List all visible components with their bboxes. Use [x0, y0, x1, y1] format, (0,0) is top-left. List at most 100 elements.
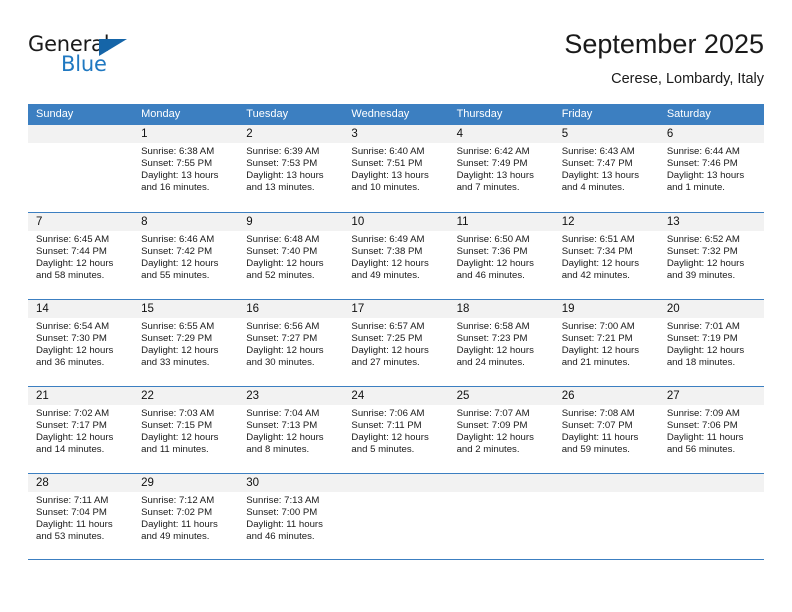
- day-cell[interactable]: 8 Sunrise: 6:46 AM Sunset: 7:42 PM Dayli…: [133, 213, 239, 299]
- sunset-text: Sunset: 7:42 PM: [141, 245, 213, 257]
- daylight-text-line1: Daylight: 12 hours: [36, 257, 114, 269]
- day-details: [659, 492, 764, 495]
- day-cell[interactable]: 15 Sunrise: 6:55 AM Sunset: 7:29 PM Dayl…: [133, 300, 239, 386]
- day-details: Sunrise: 7:01 AM Sunset: 7:19 PM Dayligh…: [659, 318, 764, 369]
- daylight-text-line2: and 13 minutes.: [246, 181, 315, 193]
- sunrise-text: Sunrise: 6:52 AM: [666, 234, 740, 245]
- day-number: [658, 474, 764, 492]
- day-cell[interactable]: [553, 474, 659, 559]
- general-blue-logo[interactable]: General Blue: [28, 32, 148, 86]
- day-number: 15: [133, 300, 239, 318]
- daylight-text-line1: Daylight: 13 hours: [246, 169, 324, 181]
- day-number: [553, 474, 659, 492]
- week-row: 21 Sunrise: 7:02 AM Sunset: 7:17 PM Dayl…: [28, 386, 764, 473]
- day-cell[interactable]: 1 Sunrise: 6:38 AM Sunset: 7:55 PM Dayli…: [133, 125, 239, 212]
- day-cell[interactable]: 19 Sunrise: 7:00 AM Sunset: 7:21 PM Dayl…: [553, 300, 659, 386]
- sunset-text: Sunset: 7:32 PM: [666, 245, 738, 257]
- day-details: Sunrise: 6:45 AM Sunset: 7:44 PM Dayligh…: [28, 231, 133, 282]
- day-details: [554, 492, 659, 495]
- day-cell[interactable]: 9 Sunrise: 6:48 AM Sunset: 7:40 PM Dayli…: [238, 213, 344, 299]
- day-cell[interactable]: [343, 474, 449, 559]
- daylight-text-line2: and 49 minutes.: [351, 269, 420, 281]
- day-cell[interactable]: 17 Sunrise: 6:57 AM Sunset: 7:25 PM Dayl…: [343, 300, 449, 386]
- day-cell[interactable]: 21 Sunrise: 7:02 AM Sunset: 7:17 PM Dayl…: [28, 387, 134, 473]
- day-cell[interactable]: [658, 474, 764, 559]
- sunset-text: Sunset: 7:25 PM: [351, 332, 423, 344]
- day-cell[interactable]: 12 Sunrise: 6:51 AM Sunset: 7:34 PM Dayl…: [553, 213, 659, 299]
- day-number: [28, 125, 134, 143]
- sunset-text: Sunset: 7:17 PM: [36, 419, 107, 431]
- sunrise-text: Sunrise: 6:58 AM: [456, 321, 530, 332]
- sunset-text: Sunset: 7:19 PM: [666, 332, 738, 344]
- sunset-text: Sunset: 7:15 PM: [141, 419, 213, 431]
- sunset-text: Sunset: 7:38 PM: [351, 245, 423, 257]
- day-cell[interactable]: 5 Sunrise: 6:43 AM Sunset: 7:47 PM Dayli…: [553, 125, 659, 212]
- daylight-text-line2: and 55 minutes.: [141, 269, 210, 281]
- day-number: 4: [448, 125, 554, 143]
- day-cell[interactable]: 29 Sunrise: 7:12 AM Sunset: 7:02 PM Dayl…: [133, 474, 239, 559]
- day-cell[interactable]: 20 Sunrise: 7:01 AM Sunset: 7:19 PM Dayl…: [658, 300, 764, 386]
- day-cell[interactable]: 10 Sunrise: 6:49 AM Sunset: 7:38 PM Dayl…: [343, 213, 449, 299]
- day-cell[interactable]: 23 Sunrise: 7:04 AM Sunset: 7:13 PM Dayl…: [238, 387, 344, 473]
- day-cell[interactable]: [28, 125, 134, 212]
- sunrise-text: Sunrise: 7:12 AM: [141, 495, 215, 506]
- week-row: 28 Sunrise: 7:11 AM Sunset: 7:04 PM Dayl…: [28, 473, 764, 560]
- day-cell[interactable]: 11 Sunrise: 6:50 AM Sunset: 7:36 PM Dayl…: [448, 213, 554, 299]
- sunrise-text: Sunrise: 7:11 AM: [36, 495, 109, 506]
- day-cell[interactable]: 16 Sunrise: 6:56 AM Sunset: 7:27 PM Dayl…: [238, 300, 344, 386]
- day-details: Sunrise: 6:57 AM Sunset: 7:25 PM Dayligh…: [343, 318, 448, 369]
- day-cell[interactable]: 27 Sunrise: 7:09 AM Sunset: 7:06 PM Dayl…: [658, 387, 764, 473]
- sunrise-text: Sunrise: 6:42 AM: [456, 146, 530, 157]
- day-cell[interactable]: [448, 474, 554, 559]
- daylight-text-line2: and 30 minutes.: [246, 356, 315, 368]
- sunrise-text: Sunrise: 6:44 AM: [666, 146, 740, 157]
- day-cell[interactable]: 26 Sunrise: 7:08 AM Sunset: 7:07 PM Dayl…: [553, 387, 659, 473]
- day-number: 17: [343, 300, 449, 318]
- sunrise-text: Sunrise: 6:49 AM: [351, 234, 425, 245]
- day-details: Sunrise: 7:02 AM Sunset: 7:17 PM Dayligh…: [28, 405, 133, 456]
- day-cell[interactable]: 24 Sunrise: 7:06 AM Sunset: 7:11 PM Dayl…: [343, 387, 449, 473]
- day-cell[interactable]: 7 Sunrise: 6:45 AM Sunset: 7:44 PM Dayli…: [28, 213, 134, 299]
- daylight-text-line2: and 24 minutes.: [456, 356, 525, 368]
- day-number: 18: [448, 300, 554, 318]
- daylight-text-line2: and 58 minutes.: [36, 269, 105, 281]
- sunset-text: Sunset: 7:07 PM: [561, 419, 633, 431]
- day-number: 28: [28, 474, 134, 492]
- day-cell[interactable]: 13 Sunrise: 6:52 AM Sunset: 7:32 PM Dayl…: [658, 213, 764, 299]
- sunrise-text: Sunrise: 6:55 AM: [141, 321, 215, 332]
- sunrise-text: Sunrise: 7:06 AM: [351, 408, 425, 419]
- day-cell[interactable]: 4 Sunrise: 6:42 AM Sunset: 7:49 PM Dayli…: [448, 125, 554, 212]
- day-cell[interactable]: 2 Sunrise: 6:39 AM Sunset: 7:53 PM Dayli…: [238, 125, 344, 212]
- daylight-text-line1: Daylight: 11 hours: [666, 431, 744, 443]
- day-cell[interactable]: 25 Sunrise: 7:07 AM Sunset: 7:09 PM Dayl…: [448, 387, 554, 473]
- daylight-text-line1: Daylight: 12 hours: [456, 344, 534, 356]
- day-details: Sunrise: 6:56 AM Sunset: 7:27 PM Dayligh…: [238, 318, 343, 369]
- daylight-text-line2: and 8 minutes.: [246, 443, 310, 455]
- daylight-text-line2: and 46 minutes.: [456, 269, 525, 281]
- week-row: 7 Sunrise: 6:45 AM Sunset: 7:44 PM Dayli…: [28, 212, 764, 299]
- day-cell[interactable]: 30 Sunrise: 7:13 AM Sunset: 7:00 PM Dayl…: [238, 474, 344, 559]
- sunset-text: Sunset: 7:36 PM: [456, 245, 528, 257]
- day-cell[interactable]: 14 Sunrise: 6:54 AM Sunset: 7:30 PM Dayl…: [28, 300, 134, 386]
- weekday-header-wednesday: Wednesday: [351, 108, 410, 120]
- day-details: Sunrise: 7:07 AM Sunset: 7:09 PM Dayligh…: [449, 405, 554, 456]
- daylight-text-line2: and 18 minutes.: [666, 356, 736, 368]
- day-cell[interactable]: 22 Sunrise: 7:03 AM Sunset: 7:15 PM Dayl…: [133, 387, 239, 473]
- day-number: 19: [553, 300, 659, 318]
- day-cell[interactable]: 3 Sunrise: 6:40 AM Sunset: 7:51 PM Dayli…: [343, 125, 449, 212]
- day-details: [343, 492, 448, 495]
- day-cell[interactable]: 18 Sunrise: 6:58 AM Sunset: 7:23 PM Dayl…: [448, 300, 554, 386]
- day-details: Sunrise: 6:54 AM Sunset: 7:30 PM Dayligh…: [28, 318, 133, 369]
- daylight-text-line2: and 27 minutes.: [351, 356, 420, 368]
- day-number: 22: [133, 387, 239, 405]
- day-details: Sunrise: 6:51 AM Sunset: 7:34 PM Dayligh…: [554, 231, 659, 282]
- day-cell[interactable]: 28 Sunrise: 7:11 AM Sunset: 7:04 PM Dayl…: [28, 474, 134, 559]
- daylight-text-line2: and 7 minutes.: [456, 181, 520, 193]
- day-details: Sunrise: 6:48 AM Sunset: 7:40 PM Dayligh…: [238, 231, 343, 282]
- day-number: 5: [553, 125, 659, 143]
- weekday-header-tuesday: Tuesday: [246, 108, 289, 120]
- daylight-text-line1: Daylight: 12 hours: [141, 431, 219, 443]
- sunset-text: Sunset: 7:49 PM: [456, 157, 528, 169]
- day-cell[interactable]: 6 Sunrise: 6:44 AM Sunset: 7:46 PM Dayli…: [658, 125, 764, 212]
- day-number: 12: [553, 213, 659, 231]
